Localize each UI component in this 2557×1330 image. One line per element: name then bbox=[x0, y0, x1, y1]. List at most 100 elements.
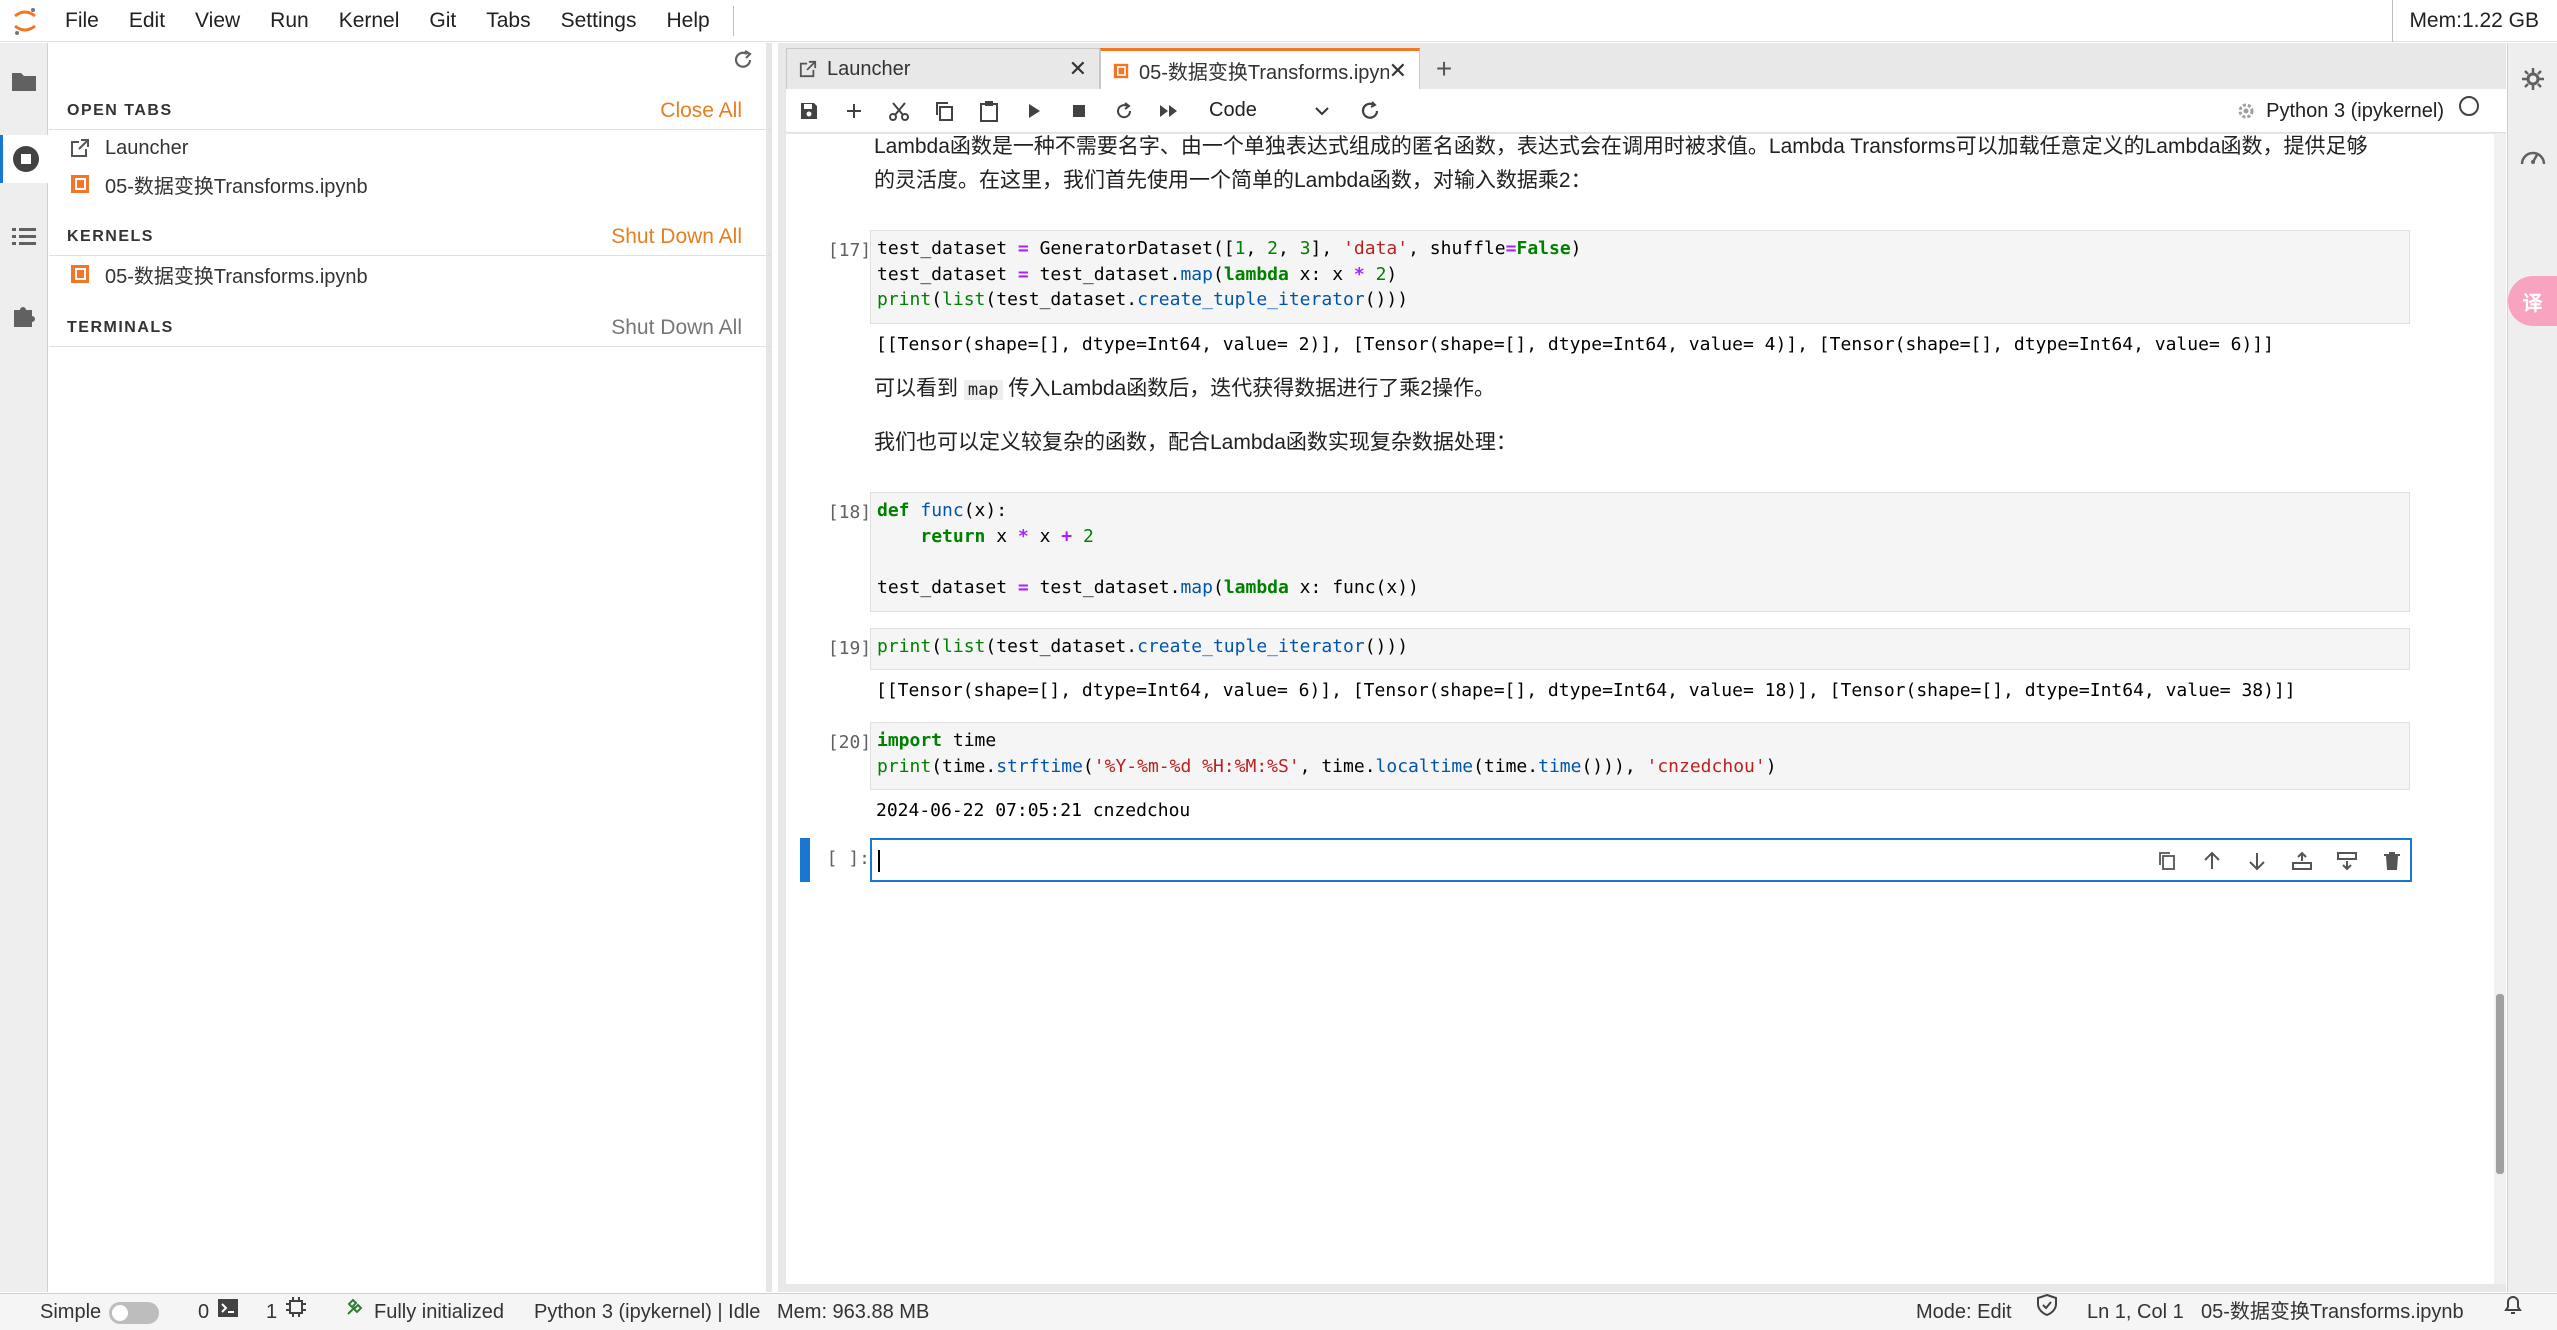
kernels-status[interactable]: 1 bbox=[266, 1294, 307, 1330]
menu-edit[interactable]: Edit bbox=[114, 0, 180, 42]
notebook-panel: Lambda函数是一种不需要名字、由一个单独表达式组成的匿名函数，表达式会在调用… bbox=[786, 134, 2494, 1284]
open-tabs-section: OPEN TABS Close All Launcher 05-数据变换Tran… bbox=[49, 92, 772, 202]
menu-file[interactable]: File bbox=[50, 0, 114, 42]
menu-bar: File Edit View Run Kernel Git Tabs Setti… bbox=[0, 0, 2557, 42]
menu-git[interactable]: Git bbox=[414, 0, 471, 42]
menu-run[interactable]: Run bbox=[255, 0, 324, 42]
terminal-icon bbox=[217, 1294, 239, 1330]
shut-down-all-terminals-button[interactable]: Shut Down All bbox=[611, 316, 742, 340]
running-sessions-icon[interactable] bbox=[0, 135, 48, 183]
trusted-shield-icon[interactable] bbox=[2036, 1294, 2058, 1316]
terminals-status[interactable]: 0 bbox=[198, 1294, 239, 1330]
cut-icon[interactable] bbox=[876, 89, 921, 133]
kernel-selector[interactable]: Python 3 (ipykernel) bbox=[2266, 89, 2480, 133]
menu-settings[interactable]: Settings bbox=[546, 0, 652, 42]
notebook-icon bbox=[69, 173, 91, 195]
close-icon[interactable]: ✕ bbox=[1389, 58, 1407, 84]
kernel-name-label: Python 3 (ipykernel) bbox=[2266, 100, 2444, 122]
folder-icon[interactable] bbox=[0, 57, 48, 105]
terminals-header: TERMINALS Shut Down All bbox=[49, 309, 772, 347]
code-cell-input[interactable]: print(list(test_dataset.create_tuple_ite… bbox=[870, 628, 2410, 670]
kernel-status[interactable]: Python 3 (ipykernel) | Idle bbox=[534, 1294, 760, 1330]
terminals-title: TERMINALS bbox=[67, 318, 174, 336]
add-cell-icon[interactable] bbox=[831, 89, 876, 133]
scrollbar-thumb[interactable] bbox=[2496, 994, 2504, 1174]
code-cell-input[interactable]: test_dataset = GeneratorDataset([1, 2, 3… bbox=[870, 230, 2410, 324]
right-sidebar bbox=[2507, 43, 2557, 1292]
lsp-status[interactable]: Fully initialized bbox=[344, 1294, 504, 1330]
markdown-cell[interactable]: 我们也可以定义较复杂的函数，配合Lambda函数实现复杂数据处理： bbox=[874, 426, 2434, 460]
cell-output: 2024-06-22 07:05:21 cnzedchou bbox=[876, 800, 1191, 821]
markdown-text: Lambda函数是一种不需要名字、由一个单独表达式组成的匿名函数，表达式会在调用… bbox=[874, 135, 2368, 158]
close-icon[interactable]: ✕ bbox=[1069, 56, 1087, 82]
kernel-settings-icon[interactable] bbox=[2236, 101, 2256, 127]
markdown-cell[interactable]: 可以看到 map 传入Lambda函数后，迭代获得数据进行了乘2操作。 bbox=[874, 372, 2434, 407]
current-filename: 05-数据变换Transforms.ipynb bbox=[2201, 1301, 2464, 1323]
open-tab-launcher[interactable]: Launcher bbox=[49, 130, 772, 166]
active-cell-input[interactable] bbox=[870, 838, 2412, 882]
kernels-section: KERNELS Shut Down All 05-数据变换Transforms.… bbox=[49, 218, 772, 292]
move-up-icon[interactable] bbox=[2195, 846, 2229, 876]
notebook-scrollbar[interactable] bbox=[2494, 134, 2506, 1284]
tab-label: Launcher bbox=[827, 57, 911, 80]
launcher-icon bbox=[799, 60, 817, 78]
shut-down-all-kernels-button[interactable]: Shut Down All bbox=[611, 225, 742, 249]
simple-mode-toggle[interactable]: Simple bbox=[40, 1294, 160, 1330]
open-tab-label: 05-数据变换Transforms.ipynb bbox=[105, 175, 368, 198]
active-cell[interactable]: [ ]: bbox=[800, 838, 2412, 882]
table-of-contents-icon[interactable] bbox=[0, 213, 48, 261]
copy-icon[interactable] bbox=[921, 89, 966, 133]
git-diff-icon[interactable] bbox=[1347, 89, 1392, 133]
notebook-toolbar: Code Python 3 (ipykernel) bbox=[786, 89, 2506, 133]
lsp-icon bbox=[344, 1294, 366, 1330]
refresh-icon[interactable] bbox=[732, 49, 754, 77]
left-activity-bar bbox=[0, 43, 48, 1292]
add-tab-button[interactable]: + bbox=[1426, 51, 1462, 87]
notification-bell-icon[interactable] bbox=[2502, 1294, 2524, 1316]
toggle-switch[interactable] bbox=[109, 1301, 160, 1324]
delete-cell-icon[interactable] bbox=[2375, 846, 2409, 876]
kernel-chip-icon bbox=[285, 1294, 307, 1330]
menu-kernel[interactable]: Kernel bbox=[324, 0, 415, 42]
memory-status: Mem: 963.88 MB bbox=[777, 1301, 930, 1323]
tab-launcher[interactable]: Launcher ✕ bbox=[786, 48, 1100, 89]
code-cell-input[interactable]: import time print(time.strftime('%Y-%m-%… bbox=[870, 722, 2410, 790]
translate-icon[interactable]: 译 bbox=[2508, 276, 2557, 326]
duplicate-cell-icon[interactable] bbox=[2150, 846, 2184, 876]
property-inspector-icon[interactable] bbox=[2508, 55, 2557, 103]
kernel-notebook[interactable]: 05-数据变换Transforms.ipynb bbox=[49, 256, 772, 292]
extensions-icon[interactable] bbox=[0, 291, 48, 339]
markdown-text: 的灵活度。在这里，我们首先使用一个简单的Lambda函数，对输入数据乘2： bbox=[874, 169, 1592, 192]
run-icon[interactable] bbox=[1011, 89, 1056, 133]
markdown-cell[interactable]: Lambda函数是一种不需要名字、由一个单独表达式组成的匿名函数，表达式会在调用… bbox=[874, 134, 2434, 198]
restart-icon[interactable] bbox=[1101, 89, 1146, 133]
open-tab-notebook[interactable]: 05-数据变换Transforms.ipynb bbox=[49, 166, 772, 202]
tab-bar: Launcher ✕ 05-数据变换Transforms.ipynb ✕ + bbox=[778, 43, 2506, 90]
cursor-position[interactable]: Ln 1, Col 1 bbox=[2087, 1294, 2184, 1330]
notebook-icon bbox=[69, 263, 91, 285]
menu-help[interactable]: Help bbox=[652, 0, 725, 42]
tab-notebook[interactable]: 05-数据变换Transforms.ipynb ✕ bbox=[1100, 48, 1420, 90]
markdown-text: 我们也可以定义较复杂的函数，配合Lambda函数实现复杂数据处理： bbox=[874, 431, 1517, 454]
move-down-icon[interactable] bbox=[2240, 846, 2274, 876]
status-bar: Simple 0 1 Fully initialized Python 3 (i… bbox=[0, 1293, 2557, 1330]
insert-above-icon[interactable] bbox=[2285, 846, 2319, 876]
launcher-icon bbox=[69, 137, 91, 159]
kernels-header: KERNELS Shut Down All bbox=[49, 218, 772, 256]
markdown-text: 可以看到 bbox=[874, 377, 958, 400]
menu-view[interactable]: View bbox=[180, 0, 255, 42]
lsp-status-text: Fully initialized bbox=[374, 1301, 505, 1323]
paste-icon[interactable] bbox=[966, 89, 1011, 133]
insert-below-icon[interactable] bbox=[2330, 846, 2364, 876]
main-area: Launcher ✕ 05-数据变换Transforms.ipynb ✕ + C… bbox=[778, 43, 2506, 1292]
debugger-icon[interactable] bbox=[2508, 133, 2557, 181]
stop-icon[interactable] bbox=[1056, 89, 1101, 133]
close-all-button[interactable]: Close All bbox=[660, 99, 742, 123]
run-all-icon[interactable] bbox=[1146, 89, 1191, 133]
save-icon[interactable] bbox=[786, 89, 831, 133]
menu-tabs[interactable]: Tabs bbox=[471, 0, 545, 42]
code-cell-input[interactable]: def func(x): return x * x + 2 test_datas… bbox=[870, 492, 2410, 612]
cell-type-select[interactable]: Code bbox=[1209, 99, 1329, 122]
menu-separator bbox=[732, 5, 734, 36]
terminals-section: TERMINALS Shut Down All bbox=[49, 309, 772, 347]
